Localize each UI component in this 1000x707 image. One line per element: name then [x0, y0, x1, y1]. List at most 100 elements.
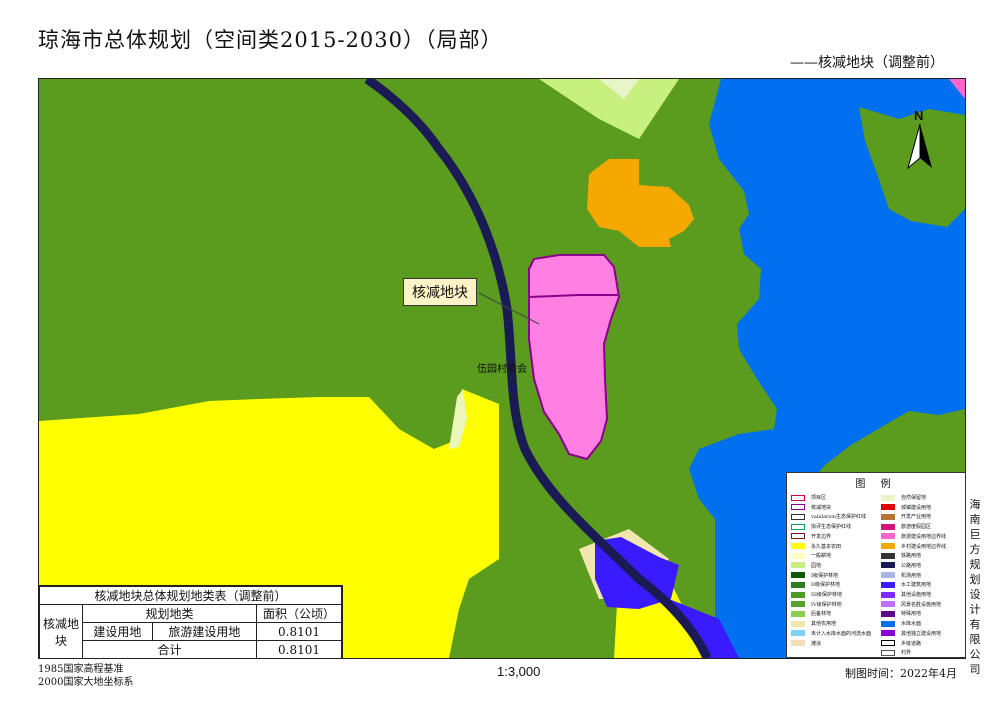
legend-swatch [881, 533, 895, 540]
legend-item: 其他设施用地 [881, 590, 931, 599]
legend-label: 水库水面 [901, 621, 922, 628]
legend-item: 其他独立建设用地 [881, 629, 941, 638]
legend-label: 其他设施用地 [901, 592, 932, 598]
legend-label: 开发边界 [811, 533, 832, 540]
table-cell-category: 建设用地 [82, 622, 153, 641]
legend-label: 永久基本农田 [811, 543, 842, 550]
legend-swatch [881, 562, 895, 569]
legend-label: 特殊用地 [901, 611, 922, 618]
legend-swatch [791, 630, 805, 637]
legend-swatch [881, 523, 895, 530]
legend-label: 开发产业用地 [901, 514, 932, 521]
table-col-area: 面积（公顷） [256, 604, 342, 623]
table-total-label: 合计 [82, 640, 257, 659]
legend-label: II级保护林地 [811, 582, 840, 589]
legend-label: 项目区 [811, 495, 827, 501]
legend-item: 风景名胜设施用地 [881, 600, 941, 609]
legend-label: 铁路用地 [901, 553, 922, 560]
legend-label: validation生态保护红线 [811, 514, 867, 521]
legend-label: IV级保护林地 [811, 601, 842, 608]
map-scale: 1:3,000 [497, 664, 541, 679]
table-title: 核减地块总体规划地类表（调整前） [39, 586, 342, 605]
legend-label: 核减地块 [811, 504, 832, 511]
legend-swatch [791, 533, 805, 540]
legend-swatch [881, 620, 895, 627]
legend-swatch [791, 523, 805, 530]
legend-label: 其他独立建设用地 [901, 630, 942, 637]
legend-item: 后备林地 [791, 609, 831, 618]
legend-swatch [881, 640, 895, 646]
legend-label: 乡级道路 [901, 640, 922, 647]
legend-item: II级保护林地 [791, 580, 840, 589]
legend-swatch [791, 504, 805, 511]
legend-item: 乡级道路 [881, 639, 921, 648]
legend-swatch [791, 513, 805, 520]
legend-label: 旅游建设用地边界线 [901, 533, 947, 540]
map-title: 琼海市总体规划（空间类2015-2030）（局部） [38, 28, 503, 52]
legend-item: 水工建筑用地 [881, 580, 931, 589]
legend-label: 后备林地 [811, 611, 832, 618]
legend-item: 一般耕地 [791, 551, 831, 560]
legend-item: 核减地块 [791, 503, 831, 512]
legend-swatch [791, 572, 805, 579]
legend-item: validation生态保护红线 [791, 512, 866, 521]
legend-label: 一般耕地 [811, 553, 832, 560]
legend-swatch [791, 601, 805, 608]
legend-swatch [881, 581, 895, 588]
legend-item: 未计入水库水面的河流水面 [791, 629, 871, 638]
legend-swatch [791, 640, 805, 646]
map-subtitle: ——核减地块（调整前） [790, 55, 944, 71]
legend-item: I级保护林地 [791, 571, 838, 580]
legend-item: IV级保护林地 [791, 600, 842, 609]
legend-swatch [881, 630, 895, 637]
legend-item: 滩涂 [791, 639, 821, 648]
legend-swatch [881, 543, 895, 549]
table-row-header: 核减地块 [39, 604, 83, 659]
legend-swatch [791, 552, 805, 559]
legend-label: 拟评生态保护红线 [811, 524, 852, 531]
legend-item: 园地 [791, 561, 821, 570]
legend-item: 旅游建设用地边界线 [881, 532, 946, 541]
legend-swatch [791, 562, 805, 569]
north-arrow-shape [907, 124, 932, 170]
legend-item: 永久基本农田 [791, 542, 841, 551]
legend-label: I级保护林地 [811, 572, 838, 579]
reduced-plot-callout[interactable]: 核减地块 [403, 278, 477, 306]
table-col-category: 规划地类 [82, 604, 257, 623]
legend-item: 乡村建设用地边界线 [881, 542, 946, 551]
map-date: 制图时间：2022年4月 [845, 667, 957, 680]
legend-label: 其他农用地 [811, 621, 837, 628]
legend-label: 旅游度假园区 [901, 524, 932, 531]
legend-label: 村界 [901, 650, 912, 657]
legend-item: 公路用地 [881, 561, 921, 570]
legend-swatch [791, 543, 805, 549]
legend-swatch [791, 581, 805, 588]
village-committee-label: 伍园村委会 [477, 364, 527, 375]
legend-swatch [881, 513, 895, 520]
legend-label: 公路用地 [901, 562, 922, 569]
legend-label: 自然保留地 [901, 495, 927, 501]
legend-swatch [881, 601, 895, 608]
coordinate-system: 2000国家大地坐标系 [38, 677, 134, 688]
legend-swatch [881, 572, 895, 579]
table-total-area: 0.8101 [256, 640, 342, 659]
legend-swatch [881, 504, 895, 511]
legend-label: 滩涂 [811, 640, 822, 647]
legend-swatch [791, 620, 805, 627]
table-cell-area: 0.8101 [256, 622, 342, 641]
legend-item: 开发边界 [791, 532, 831, 541]
legend-label: III级保护林地 [811, 592, 842, 598]
legend-item: 铁路用地 [881, 551, 921, 560]
legend-swatch [791, 494, 805, 501]
legend-label: 风景名胜设施用地 [901, 601, 942, 608]
legend-label: 机场用地 [901, 572, 922, 579]
legend-label: 园地 [811, 562, 822, 569]
legend-title: 图 例 [855, 479, 897, 490]
table-cell-subcategory: 旅游建设用地 [151, 622, 258, 641]
legend-swatch [881, 494, 895, 501]
legend-item: 其他农用地 [791, 619, 836, 628]
legend-item: 拟评生态保护红线 [791, 522, 851, 531]
legend-item: 旅游度假园区 [881, 522, 931, 531]
north-arrow-icon: N [906, 108, 934, 170]
legend-item: 水库水面 [881, 619, 921, 628]
